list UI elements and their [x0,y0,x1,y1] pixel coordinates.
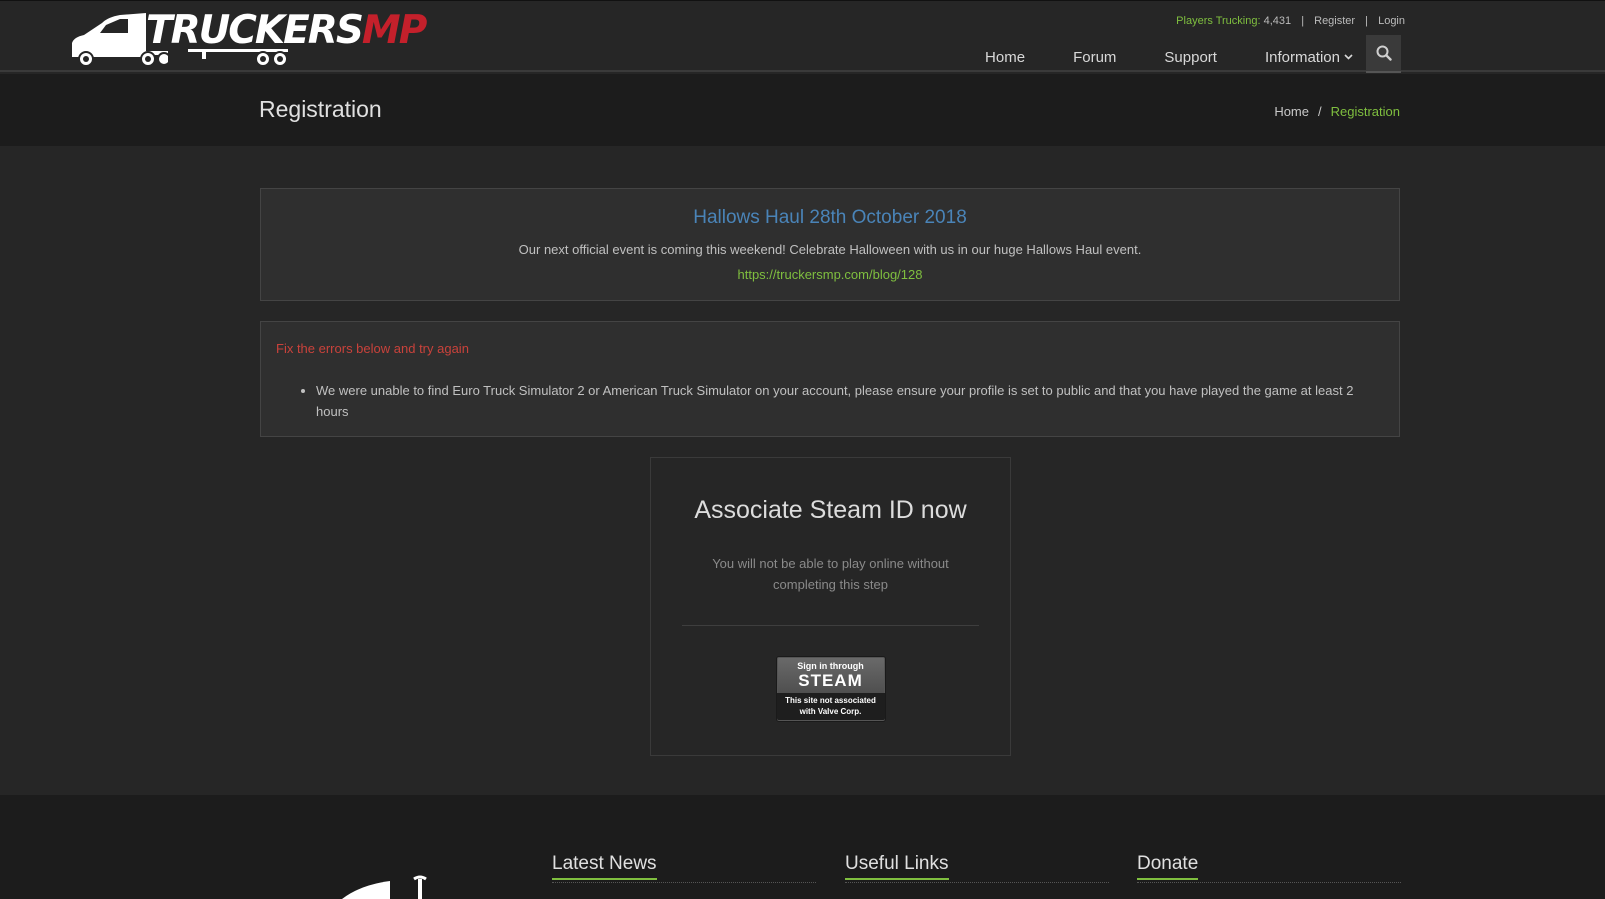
footer-column-donate: Donate [1137,853,1401,883]
breadcrumb: Home / Registration [1274,104,1400,119]
players-trucking-label: Players Trucking: [1176,15,1261,27]
top-links-separator: | [1301,15,1305,27]
nav-support-label: Support [1164,48,1217,66]
nav-support[interactable]: Support [1140,49,1241,66]
page-title-bar: Registration Home / Registration [0,74,1605,146]
search-button[interactable] [1366,35,1401,73]
steam-button-disclaimer-line1: This site not associated [785,696,876,705]
event-notice: Hallows Haul 28th October 2018 Our next … [260,188,1400,301]
steam-association-card: Associate Steam ID now You will not be a… [650,457,1011,756]
steam-sign-in-button[interactable]: Sign in through STEAM This site not asso… [775,656,886,722]
login-link[interactable]: Login [1378,15,1405,27]
players-trucking-count: 4,431 [1263,15,1292,27]
top-links-separator: | [1365,15,1369,27]
notice-text: Our next official event is coming this w… [518,242,1142,257]
nav-information[interactable]: Information [1241,49,1367,66]
steam-button-disclaimer: This site not associated with Valve Corp… [776,693,885,720]
nav-home[interactable]: Home [961,49,1049,66]
top-header: TRUCKERSMP Players Trucking: 4,431 | Reg… [0,0,1605,73]
steam-card-divider [682,625,979,626]
error-title: Fix the errors below and try again [276,341,469,356]
nav-information-label: Information [1264,48,1340,66]
footer-heading-latest-news: Latest News [552,853,657,880]
register-link[interactable]: Register [1314,15,1355,27]
error-list: We were unable to find Euro Truck Simula… [316,380,1369,422]
chevron-down-icon [1344,54,1353,60]
nav-forum[interactable]: Forum [1049,49,1140,66]
trailer-wheels-icon [188,49,288,67]
footer-column-useful-links: Useful Links [845,853,1109,883]
steam-button-disclaimer-line2: with Valve Corp. [799,707,862,716]
notice-title: Hallows Haul 28th October 2018 [693,207,967,228]
logo-text-red: MP [361,8,427,53]
footer-heading-useful-links: Useful Links [845,853,949,880]
site-logo[interactable]: TRUCKERSMP [68,9,427,69]
steam-card-subtitle: You will not be able to play online with… [712,556,949,592]
notice-link[interactable]: https://truckersmp.com/blog/128 [261,267,1399,282]
steam-button-line1: Sign in through [797,661,864,671]
steam-card-title: Associate Steam ID now [694,496,967,524]
footer-truck-logo-icon [342,875,427,899]
top-links: Players Trucking: 4,431 | Register | Log… [1176,15,1405,27]
error-item: We were unable to find Euro Truck Simula… [316,380,1369,422]
footer-heading-donate: Donate [1137,853,1199,880]
page-title: Registration [259,96,382,122]
breadcrumb-home[interactable]: Home [1274,104,1309,119]
main-nav: Home Forum Support Information [961,43,1367,71]
search-icon [1376,45,1392,61]
nav-forum-label: Forum [1073,48,1117,66]
error-alert: Fix the errors below and try again We we… [260,321,1400,437]
footer-column-latest-news: Latest News [552,853,816,883]
breadcrumb-separator: / [1318,104,1322,119]
steam-button-logo-text: STEAM [798,671,863,690]
site-footer: Latest News Useful Links Donate [0,795,1605,899]
nav-home-label: Home [985,48,1026,66]
breadcrumb-current: Registration [1330,104,1400,119]
